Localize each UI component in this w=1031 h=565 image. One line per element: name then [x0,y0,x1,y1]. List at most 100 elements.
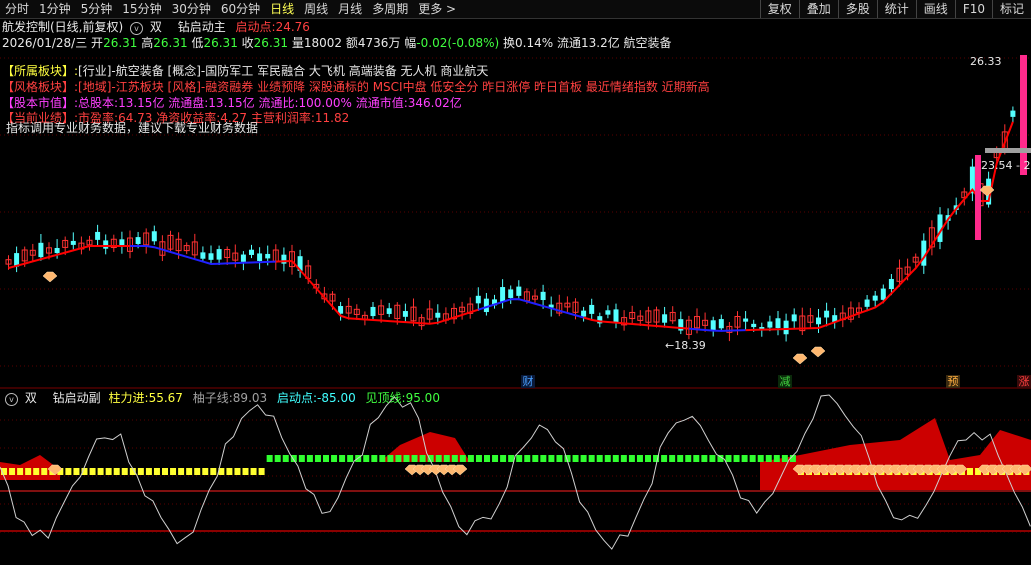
sub-label-1: 柱力进: [108,391,149,405]
sub-indicator-name[interactable]: 钻启动副 [53,391,101,405]
sub-label-4: 见顶线: [365,391,406,405]
signal-square [701,455,708,462]
info-tag-2: 【风格板块】: [2,80,79,94]
candle [467,297,474,319]
candle [345,297,352,320]
signal-square [411,455,418,462]
diamond-main-0 [42,271,58,283]
signal-square [556,455,563,462]
signal-square [162,468,168,475]
signal-square [33,468,40,475]
candle [856,302,862,319]
period-tab-3[interactable]: 15分钟 [117,0,166,18]
indicator-name[interactable]: 钻启动主 [178,20,226,34]
tool-button-2[interactable]: 多股 [837,0,877,18]
candle [183,242,190,255]
period-tab-0[interactable]: 分时 [0,0,34,18]
signal-square [73,468,80,475]
candle [613,303,619,329]
tool-button-5[interactable]: F10 [954,0,992,18]
period-toolbar: 分时 1分钟 5分钟 15分钟 30分钟 60分钟 日线 周线 月线 多周期 更多 > 复权 叠加 多股… [0,0,1031,19]
signal-square [258,468,265,475]
period-tab-2[interactable]: 5分钟 [76,0,118,18]
turnover-value: 0.14% [515,36,554,50]
candle [653,306,660,328]
candle [799,307,806,335]
candle [14,246,20,273]
info-text-5: 指标调用专业财务数据，建议下载专业财务数据 [6,121,259,135]
price-range-label: 23.54 - 2 [981,159,1031,172]
sub-label-2: 柚子线: [192,391,233,405]
tool-button-6[interactable]: 标记 [991,0,1031,18]
signal-square [379,455,386,462]
candle [532,289,538,303]
signal-square [500,455,507,462]
signal-square [403,455,410,462]
candle [847,301,854,323]
area-3 [760,418,1031,490]
candle [556,294,563,317]
candle [1010,106,1016,123]
candle [508,285,514,304]
amount-label: 额 [345,36,358,50]
event-marker-reduce[interactable]: 减 [778,375,792,388]
stock-name[interactable]: 航发控制(日线,前复权) [2,20,123,34]
candle [516,280,522,301]
signal-square [97,468,104,475]
period-tab-7[interactable]: 周线 [299,0,333,18]
signal-square [532,455,539,462]
candle [86,235,93,251]
sub-mode[interactable]: 双 [25,391,37,405]
signal-square [347,455,354,462]
period-tab-4[interactable]: 30分钟 [167,0,216,18]
candle [240,251,246,271]
signal-square [186,468,193,475]
signal-square [121,468,128,475]
price-low-label: ←18.39 [665,339,706,352]
signal-square [548,455,555,462]
signal-square [9,468,16,475]
signal-bar-2 [1020,55,1027,175]
signal-square [371,455,378,462]
tool-button-4[interactable]: 画线 [915,0,955,18]
price-low-value: 18.39 [674,339,706,352]
low-value: 26.31 [203,36,238,50]
signal-square [967,468,973,475]
event-marker-finance[interactable]: 财 [521,375,535,388]
close-label: 收 [241,36,254,50]
signal-square [685,455,692,462]
signal-square [105,468,112,475]
tool-button-1[interactable]: 叠加 [798,0,838,18]
signal-square [226,468,233,475]
signal-square [475,455,482,462]
period-tab-6[interactable]: 日线 [265,0,299,18]
candle [564,296,571,313]
period-tab-1[interactable]: 1分钟 [34,0,76,18]
period-tab-10[interactable]: 更多 > [413,0,461,18]
candle [281,247,287,272]
event-marker-limitup[interactable]: 涨 [1017,375,1031,388]
candle [492,294,497,309]
circle-chevron-down-icon[interactable]: v [130,22,144,35]
tool-button-0[interactable]: 复权 [759,0,799,18]
period-tab-9[interactable]: 多周期 [367,0,413,18]
signal-square [41,468,48,475]
signal-square [387,455,394,462]
candle [224,246,231,266]
signal-square [781,455,788,462]
candle [29,243,36,262]
signal-square [250,468,257,475]
candle [718,314,724,332]
signal-square [443,455,450,462]
period-tab-5[interactable]: 60分钟 [216,0,265,18]
candle [119,231,125,254]
high-label: 高 [141,36,154,50]
tool-button-3[interactable]: 统计 [876,0,916,18]
amount-value: 4736万 [357,36,401,50]
signal-square [459,455,466,462]
indicator-mode[interactable]: 双 [150,20,162,34]
event-marker-forecast[interactable]: 预 [946,375,960,388]
period-tab-8[interactable]: 月线 [333,0,367,18]
circle-chevron-down-icon[interactable]: v [5,393,18,406]
signal-square [773,455,780,462]
